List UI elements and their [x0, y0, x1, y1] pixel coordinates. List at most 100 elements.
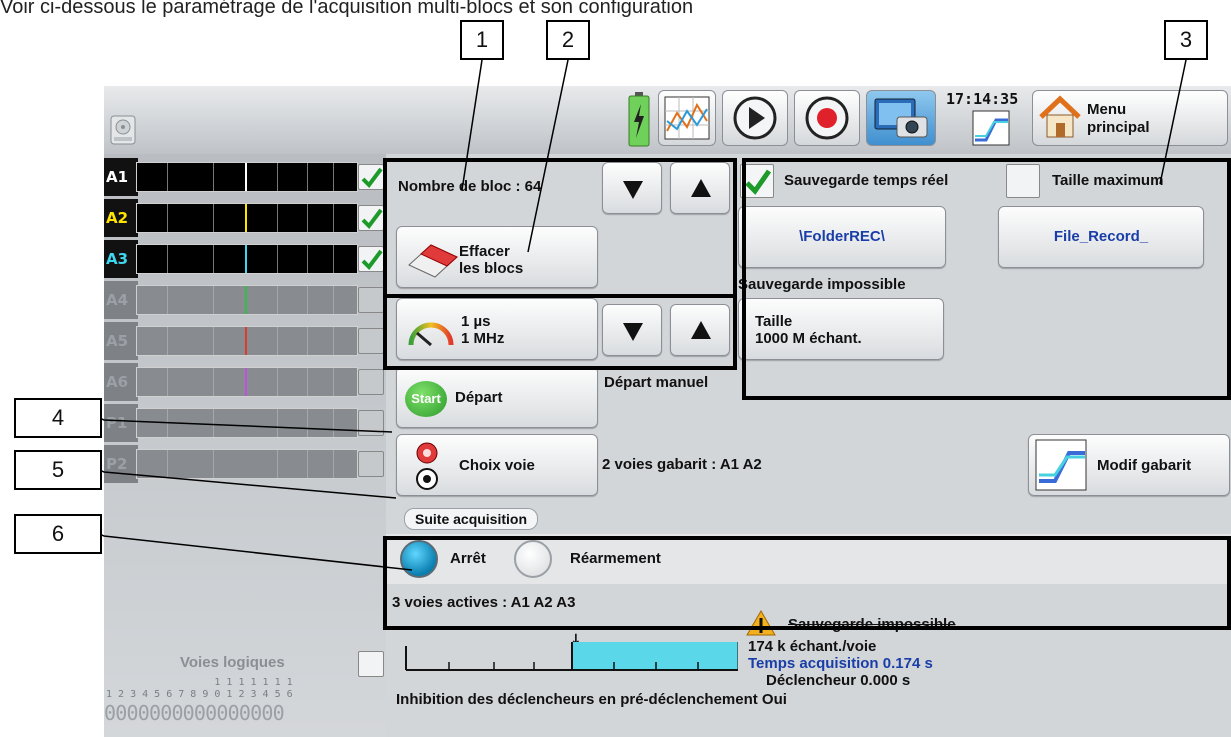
folder-button[interactable]: \FolderREC\	[738, 206, 946, 268]
channel-tick	[277, 245, 278, 273]
channel-checkbox[interactable]	[358, 287, 384, 313]
channel-bar[interactable]	[136, 408, 358, 438]
disk-icon[interactable]	[108, 114, 138, 146]
inhibition-info: Inhibition des déclencheurs en pré-décle…	[396, 691, 787, 708]
start-mode: Départ manuel	[604, 374, 709, 391]
channel-marker	[245, 368, 247, 396]
channel-plug-icon	[416, 442, 438, 490]
channel-checkbox[interactable]	[358, 328, 384, 354]
warning-icon	[746, 610, 776, 636]
sampling-down-button[interactable]	[602, 304, 662, 356]
realtime-save-checkbox[interactable]	[740, 164, 774, 198]
active-channels-info: 3 voies actives : A1 A2 A3	[392, 594, 576, 611]
chart-icon	[664, 96, 710, 140]
clock-display: 17:14:35	[944, 90, 1028, 150]
channel-tick	[307, 163, 308, 191]
up-arrow-icon	[691, 179, 711, 197]
record-button[interactable]	[794, 90, 860, 146]
channel-tick	[333, 450, 334, 478]
stop-radio[interactable]	[400, 540, 438, 578]
callout-4: 4	[14, 398, 102, 438]
file-label: File_Record_	[1053, 228, 1149, 245]
size-button[interactable]: Taille 1000 M échant.	[738, 298, 944, 360]
channel-tick	[213, 450, 214, 478]
check-icon	[361, 208, 383, 230]
channel-checkbox[interactable]	[358, 205, 384, 231]
sampling-period: 1 µs	[461, 313, 491, 330]
menu-label-2: principal	[1087, 119, 1150, 136]
main-panel: Nombre de bloc : 64 Effacer les blocs 1 …	[386, 154, 1231, 737]
channel-tick	[333, 327, 334, 355]
logic-numbers-row2: 1 2 3 4 5 6 7 8 9 0 1 2 3 4 5 6	[106, 689, 293, 700]
chart-button[interactable]	[658, 90, 716, 146]
channel-marker	[245, 286, 247, 314]
block-count-down-button[interactable]	[602, 162, 662, 214]
channel-checkbox[interactable]	[358, 369, 384, 395]
channel-bar[interactable]	[136, 326, 358, 356]
channel-row-a2[interactable]: A2	[104, 199, 386, 237]
channel-tick	[333, 163, 334, 191]
channel-tick	[307, 245, 308, 273]
play-button[interactable]	[722, 90, 788, 146]
channel-row-a1[interactable]: A1	[104, 158, 386, 196]
acquisition-time: Temps acquisition 0.174 s	[748, 655, 933, 672]
start-button[interactable]: Start Départ	[396, 366, 598, 428]
channel-bar[interactable]	[136, 203, 358, 233]
sampling-rate-button[interactable]: 1 µs 1 MHz	[396, 298, 598, 360]
channel-row-a6[interactable]: A6	[104, 363, 386, 401]
file-button[interactable]: File_Record_	[998, 206, 1204, 268]
main-menu-button[interactable]: Menu principal	[1032, 90, 1228, 146]
channel-row-p1[interactable]: P1	[104, 404, 386, 442]
channel-tick	[167, 245, 168, 273]
erase-blocks-button[interactable]: Effacer les blocs	[396, 226, 598, 288]
channel-tick	[307, 327, 308, 355]
channel-tick	[167, 409, 168, 437]
logic-channels-checkbox[interactable]	[358, 651, 384, 677]
channel-bar[interactable]	[136, 367, 358, 397]
block-count-up-button[interactable]	[670, 162, 730, 214]
device-screen: 17:14:35 Menu principal A1 A2 A3 A4 A5 A6 P1 P2…	[104, 86, 1231, 737]
channel-tick	[213, 286, 214, 314]
channel-row-a4[interactable]: A4	[104, 281, 386, 319]
channel-tick	[167, 450, 168, 478]
channel-marker	[245, 163, 247, 191]
sampling-up-button[interactable]	[670, 304, 730, 356]
modify-template-button[interactable]: Modif gabarit	[1028, 434, 1230, 496]
channel-tick	[277, 409, 278, 437]
max-size-checkbox[interactable]	[1006, 164, 1040, 198]
rearm-radio[interactable]	[514, 540, 552, 578]
channel-checkbox[interactable]	[358, 164, 384, 190]
channel-tick	[333, 409, 334, 437]
channel-tick	[213, 327, 214, 355]
channel-bar[interactable]	[136, 244, 358, 274]
channel-bar[interactable]	[136, 285, 358, 315]
channel-label: P2	[104, 445, 138, 483]
screenshot-button[interactable]	[866, 90, 936, 146]
check-icon	[361, 249, 383, 271]
home-icon	[1039, 95, 1081, 138]
channel-bar[interactable]	[136, 162, 358, 192]
channel-checkbox[interactable]	[358, 451, 384, 477]
erase-line-2: les blocs	[459, 260, 524, 277]
channel-checkbox[interactable]	[358, 246, 384, 272]
channel-tick	[333, 245, 334, 273]
callout-6: 6	[14, 514, 102, 554]
channel-checkbox[interactable]	[358, 410, 384, 436]
channel-tick	[277, 204, 278, 232]
down-arrow-icon	[623, 181, 643, 199]
channel-choice-label: Choix voie	[459, 457, 535, 474]
folder-label: \FolderREC\	[799, 228, 885, 245]
channel-bar[interactable]	[136, 449, 358, 479]
callout-3: 3	[1164, 20, 1208, 60]
channel-row-a3[interactable]: A3	[104, 240, 386, 278]
template-icon	[972, 110, 1010, 146]
channel-row-a5[interactable]: A5	[104, 322, 386, 360]
channel-label: A1	[104, 158, 138, 196]
channel-row-p2[interactable]: P2	[104, 445, 386, 483]
channel-label: A2	[104, 199, 138, 237]
channel-tick	[277, 368, 278, 396]
channel-choice-button[interactable]: Choix voie	[396, 434, 598, 496]
erase-line-1: Effacer	[459, 243, 510, 260]
top-caption: Voir ci-dessous le paramétrage de l'acqu…	[0, 0, 694, 18]
channel-tick	[277, 163, 278, 191]
